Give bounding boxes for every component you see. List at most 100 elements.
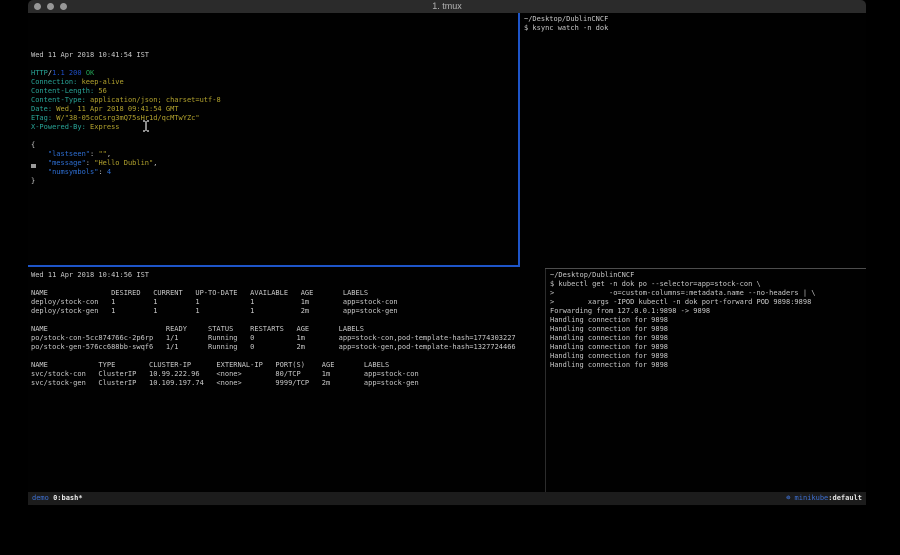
terminal-text-segment: }	[31, 177, 35, 185]
terminal-text-segment: ☸ minikube	[786, 494, 828, 502]
terminal-text-segment: X-Powered-By:	[31, 123, 86, 131]
terminal-line: HTTP/1.1 200 OK	[31, 69, 518, 78]
terminal-line: po/stock-con-5cc874766c-2p6rp 1/1 Runnin…	[31, 334, 544, 343]
terminal-text-segment	[31, 150, 48, 158]
terminal-text-segment: po/stock-gen-576cc688bb-swqf6 1/1 Runnin…	[31, 343, 516, 351]
terminal-line: ☸ minikube:default	[786, 492, 862, 505]
terminal-text-segment: Handling connection for 9898	[550, 325, 668, 333]
terminal-text-segment: ,	[153, 159, 157, 167]
terminal-line: {	[31, 141, 518, 150]
terminal-text-segment: svc/stock-gen ClusterIP 10.109.197.74 <n…	[31, 379, 419, 387]
terminal-text-segment: :	[86, 159, 94, 167]
terminal-line: Content-Type: application/json; charset=…	[31, 96, 518, 105]
pane-http-response[interactable]: Wed 11 Apr 2018 10:41:54 IST HTTP/1.1 200…	[28, 13, 518, 265]
terminal-text-segment: 1.1 200	[52, 69, 82, 77]
terminal-text-segment: Wed 11 Apr 2018 10:41:56 IST	[31, 271, 149, 279]
terminal-line: deploy/stock-con 1 1 1 1 1m app=stock-co…	[31, 298, 544, 307]
terminal-window: 1. tmux Wed 11 Apr 2018 10:41:54 IST HTTP…	[28, 0, 866, 506]
terminal-line: NAME DESIRED CURRENT UP-TO-DATE AVAILABL…	[31, 289, 544, 298]
tmux-status-bar: demo 0:bash* ☸ minikube:default	[28, 492, 866, 505]
terminal-text-segment: 56	[94, 87, 107, 95]
pane-kubectl-resources[interactable]: Wed 11 Apr 2018 10:41:56 IST NAME DESIRED…	[28, 269, 544, 492]
terminal-text-segment: keep-alive	[77, 78, 123, 86]
terminal-line: $ kubectl get -n dok po --selector=app=s…	[550, 280, 866, 289]
terminal-text-segment: "message"	[48, 159, 86, 167]
terminal-text-segment: ETag:	[31, 114, 52, 122]
ibeam-mouse-pointer-icon	[142, 120, 150, 132]
terminal-text-segment: Connection:	[31, 78, 77, 86]
terminal-text-segment: Handling connection for 9898	[550, 352, 668, 360]
terminal-text-segment: ~/Desktop/DublinCNCF	[550, 271, 634, 279]
terminal-text-segment: svc/stock-con ClusterIP 10.99.222.96 <no…	[31, 370, 419, 378]
terminal-text-segment: HTTP	[31, 69, 48, 77]
terminal-text-segment: Content-Length:	[31, 87, 94, 95]
terminal-line	[31, 60, 518, 69]
terminal-cursor	[31, 164, 36, 168]
terminal-text-segment: demo	[32, 494, 53, 502]
pane-divider-bottom-vertical[interactable]	[545, 269, 546, 492]
terminal-text-segment: :	[98, 168, 106, 176]
terminal-text-segment: Wed, 11 Apr 2018 09:41:54 GMT	[52, 105, 178, 113]
terminal-line: Handling connection for 9898	[550, 334, 866, 343]
terminal-line: Handling connection for 9898	[550, 325, 866, 334]
pane-port-forward[interactable]: ~/Desktop/DublinCNCF$ kubectl get -n dok…	[547, 269, 866, 492]
terminal-text-segment: Content-Type:	[31, 96, 86, 104]
titlebar[interactable]: 1. tmux	[28, 0, 866, 13]
terminal-line: }	[31, 177, 518, 186]
terminal-line: Forwarding from 127.0.0.1:9898 -> 9898	[550, 307, 866, 316]
terminal-line: $ ksync watch -n dok	[524, 24, 866, 33]
terminal-text-segment: po/stock-con-5cc874766c-2p6rp 1/1 Runnin…	[31, 334, 516, 342]
status-right-kube-context: ☸ minikube:default	[786, 492, 862, 505]
terminal-line: > xargs -IPOD kubectl -n dok port-forwar…	[550, 298, 866, 307]
status-left-session-window[interactable]: demo 0:bash*	[32, 492, 83, 505]
terminal-area: Wed 11 Apr 2018 10:41:54 IST HTTP/1.1 200…	[28, 13, 866, 492]
terminal-text-segment: ""	[98, 150, 106, 158]
terminal-line: svc/stock-gen ClusterIP 10.109.197.74 <n…	[31, 379, 544, 388]
terminal-text-segment: "numsymbols"	[48, 168, 99, 176]
terminal-text-segment: Handling connection for 9898	[550, 343, 668, 351]
terminal-line: "lastseen": "",	[31, 150, 518, 159]
pane-divider-right-horizontal[interactable]	[545, 268, 866, 269]
terminal-line: Connection: keep-alive	[31, 78, 518, 87]
terminal-text-segment: 0:bash*	[53, 494, 83, 502]
terminal-line: > -o=custom-columns=:metadata.name --no-…	[550, 289, 866, 298]
terminal-text-segment: W/"38-05coCsrg3mQ75sHr1d/qcMTwYZc"	[52, 114, 200, 122]
terminal-line: NAME READY STATUS RESTARTS AGE LABELS	[31, 325, 544, 334]
terminal-text-segment: Wed 11 Apr 2018 10:41:54 IST	[31, 51, 149, 59]
terminal-line	[31, 132, 518, 141]
terminal-line: Handling connection for 9898	[550, 316, 866, 325]
terminal-text-segment: ,	[107, 150, 111, 158]
terminal-text-segment: Express	[86, 123, 120, 131]
terminal-line: Handling connection for 9898	[550, 361, 866, 370]
terminal-text-segment: Handling connection for 9898	[550, 316, 668, 324]
terminal-line	[31, 316, 544, 325]
terminal-line: Date: Wed, 11 Apr 2018 09:41:54 GMT	[31, 105, 518, 114]
terminal-text-segment: application/json; charset=utf-8	[86, 96, 221, 104]
terminal-line: "message": "Hello Dublin",	[31, 159, 518, 168]
terminal-text-segment: ~/Desktop/DublinCNCF	[524, 15, 608, 23]
terminal-line: ~/Desktop/DublinCNCF	[524, 15, 866, 24]
terminal-line: ETag: W/"38-05coCsrg3mQ75sHr1d/qcMTwYZc"	[31, 114, 518, 123]
terminal-line: Wed 11 Apr 2018 10:41:54 IST	[31, 51, 518, 60]
terminal-line: po/stock-gen-576cc688bb-swqf6 1/1 Runnin…	[31, 343, 544, 352]
terminal-line: deploy/stock-gen 1 1 1 1 2m app=stock-ge…	[31, 307, 544, 316]
window-title: 1. tmux	[28, 0, 866, 13]
pane-divider-top-vertical[interactable]	[518, 13, 520, 267]
terminal-line: Content-Length: 56	[31, 87, 518, 96]
pane-divider-left-horizontal[interactable]	[28, 265, 520, 267]
terminal-text-segment: deploy/stock-con 1 1 1 1 1m app=stock-co…	[31, 298, 398, 306]
terminal-text-segment: Handling connection for 9898	[550, 361, 668, 369]
terminal-text-segment: OK	[86, 69, 94, 77]
terminal-line: NAME TYPE CLUSTER-IP EXTERNAL-IP PORT(S)…	[31, 361, 544, 370]
terminal-line	[31, 352, 544, 361]
terminal-line: Handling connection for 9898	[550, 343, 866, 352]
terminal-text-segment: $ ksync watch -n dok	[524, 24, 608, 32]
terminal-text-segment: NAME DESIRED CURRENT UP-TO-DATE AVAILABL…	[31, 289, 368, 297]
terminal-text-segment: "lastseen"	[48, 150, 90, 158]
terminal-line: Wed 11 Apr 2018 10:41:56 IST	[31, 271, 544, 280]
terminal-line: svc/stock-con ClusterIP 10.99.222.96 <no…	[31, 370, 544, 379]
terminal-text-segment: > -o=custom-columns=:metadata.name --no-…	[550, 289, 816, 297]
terminal-line: demo 0:bash*	[32, 492, 83, 505]
terminal-text-segment: :default	[828, 494, 862, 502]
pane-ksync-watch[interactable]: ~/Desktop/DublinCNCF$ ksync watch -n dok	[521, 13, 866, 268]
